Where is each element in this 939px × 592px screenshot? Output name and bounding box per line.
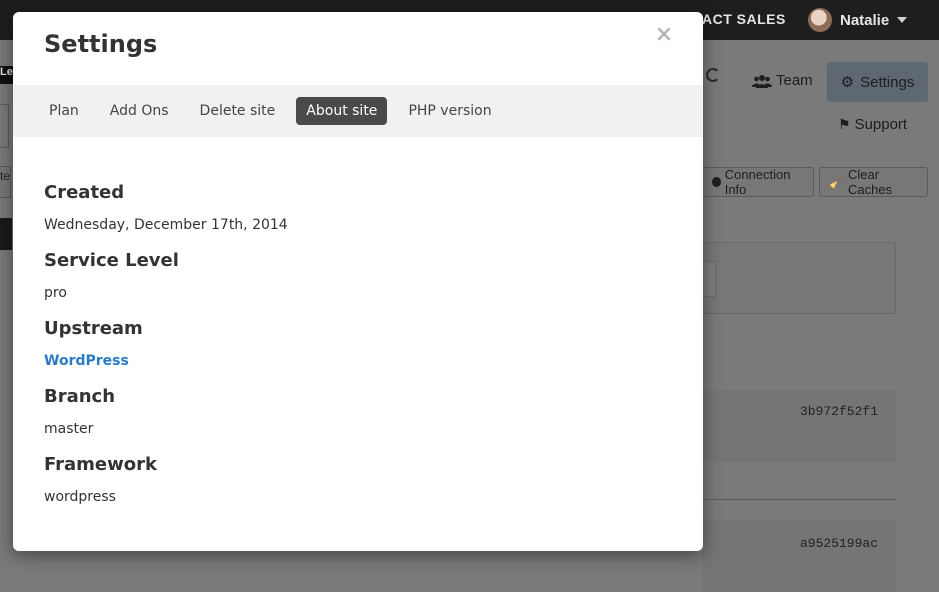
settings-modal: Settings × Plan Add Ons Delete site Abou… bbox=[13, 12, 703, 551]
created-label: Created bbox=[44, 182, 125, 203]
commit-hash: 3b972f52f1 bbox=[799, 404, 878, 419]
clear-caches-button[interactable]: 🧹 Clear Caches bbox=[819, 167, 928, 197]
gear-icon: ⚙ bbox=[840, 74, 855, 91]
team-link[interactable]: Team bbox=[752, 72, 813, 89]
connection-info-label: Connection Info bbox=[724, 167, 791, 197]
tab-delete-site[interactable]: Delete site bbox=[190, 97, 286, 125]
framework-value: wordpress bbox=[44, 489, 116, 505]
chevron-down-icon bbox=[897, 17, 908, 23]
upstream-value: WordPress bbox=[44, 352, 664, 386]
user-menu[interactable]: Natalie bbox=[808, 8, 908, 32]
background-panel bbox=[702, 242, 896, 314]
tab-plan[interactable]: Plan bbox=[39, 97, 89, 125]
close-icon[interactable]: × bbox=[653, 23, 675, 47]
tab-about-site[interactable]: About site bbox=[296, 97, 388, 125]
commit-row: 3b972f52f1 bbox=[702, 390, 896, 462]
upstream-label: Upstream bbox=[44, 318, 143, 339]
users-icon bbox=[752, 74, 772, 88]
upstream-link[interactable]: WordPress bbox=[44, 353, 129, 369]
background-panel-input bbox=[703, 261, 716, 297]
connection-info-button[interactable]: Connection Info bbox=[702, 167, 814, 197]
contact-sales-link[interactable]: ACT SALES bbox=[702, 11, 786, 27]
modal-title: Settings bbox=[44, 30, 158, 58]
flag-icon: ⚑ bbox=[838, 116, 851, 132]
support-label: Support bbox=[854, 116, 908, 133]
info-icon bbox=[712, 177, 721, 187]
team-label: Team bbox=[776, 72, 813, 89]
clear-caches-label: Clear Caches bbox=[847, 167, 893, 197]
refresh-icon[interactable] bbox=[706, 68, 720, 82]
broom-icon: 🧹 bbox=[829, 175, 844, 189]
tab-php-version[interactable]: PHP version bbox=[398, 97, 501, 125]
background-left-button-label: te bbox=[0, 169, 11, 183]
created-value: Wednesday, December 17th, 2014 bbox=[44, 217, 288, 233]
service-level-value: pro bbox=[44, 285, 67, 301]
user-name: Natalie bbox=[840, 11, 890, 29]
settings-nav-button[interactable]: ⚙ Settings bbox=[827, 62, 928, 102]
tab-add-ons[interactable]: Add Ons bbox=[100, 97, 179, 125]
avatar bbox=[808, 8, 832, 32]
settings-nav-label: Settings bbox=[860, 73, 915, 91]
about-site-panel: Created Wednesday, December 17th, 2014 S… bbox=[44, 182, 664, 522]
site-chip: Le bbox=[0, 66, 14, 84]
service-level-label: Service Level bbox=[44, 250, 179, 271]
background-divider bbox=[702, 499, 896, 500]
branch-label: Branch bbox=[44, 386, 116, 407]
commit-row: a9525199ac bbox=[702, 520, 896, 592]
background-left-button: te bbox=[0, 166, 11, 198]
support-link[interactable]: ⚑ Support bbox=[838, 116, 907, 133]
background-left-box bbox=[0, 104, 9, 148]
modal-header: Settings × bbox=[13, 12, 703, 85]
background-side-marker bbox=[0, 218, 12, 250]
framework-label: Framework bbox=[44, 454, 157, 475]
branch-value: master bbox=[44, 421, 94, 437]
settings-tabs: Plan Add Ons Delete site About site PHP … bbox=[13, 85, 703, 137]
commit-hash: a9525199ac bbox=[799, 536, 878, 551]
